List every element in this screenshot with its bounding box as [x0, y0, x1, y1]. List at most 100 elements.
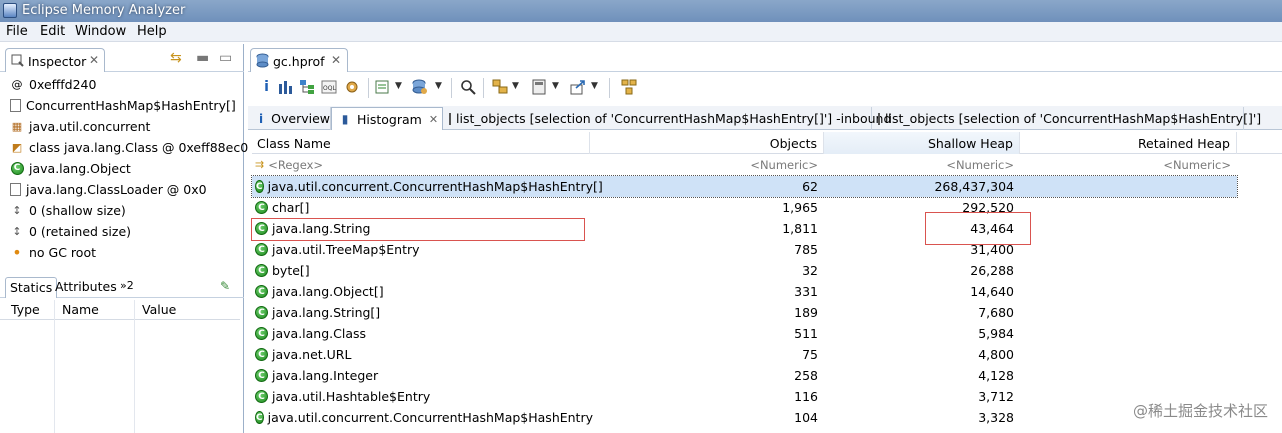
column-class-name[interactable]: Class Name: [252, 132, 590, 154]
document-icon: [10, 98, 21, 112]
table-row[interactable]: Cbyte[] 32 26,288: [252, 260, 1237, 281]
package-icon: ▦: [11, 119, 23, 133]
cell-shallow-heap: 7,680: [978, 305, 1014, 320]
table-row[interactable]: Cjava.lang.String[] 189 7,680: [252, 302, 1237, 323]
magnifier-icon: [11, 54, 24, 67]
heap-dump-overview-icon[interactable]: [412, 79, 429, 96]
table-row[interactable]: Cjava.util.Hashtable$Entry 116 3,712: [252, 386, 1237, 407]
histogram-icon[interactable]: [277, 79, 294, 96]
size-icon: ↕: [12, 224, 22, 238]
chevron-down-icon[interactable]: ▼: [512, 81, 519, 91]
column-shallow-heap[interactable]: Shallow Heap: [824, 132, 1020, 154]
chevron-down-icon[interactable]: ▼: [395, 81, 402, 91]
close-icon[interactable]: ✕: [89, 53, 99, 67]
inspector-panel: Inspector ✕ ⇆ ▬ ▭ @0xefffd240 Concurrent…: [0, 44, 248, 433]
cell-class-name: Cjava.util.concurrent.ConcurrentHashMap$…: [255, 179, 603, 194]
compare-icon[interactable]: [621, 79, 638, 96]
calculator-icon[interactable]: [531, 79, 548, 96]
table-row[interactable]: Cjava.net.URL 75 4,800: [252, 344, 1237, 365]
cell-class-name: Cchar[]: [255, 197, 589, 218]
maximize-icon[interactable]: ▭: [219, 50, 232, 66]
minimize-icon[interactable]: ▬: [196, 50, 209, 66]
editor-tab-gc-hprof[interactable]: gc.hprof ✕: [250, 48, 348, 72]
svg-text:OQL: OQL: [323, 85, 336, 92]
class-icon: C: [255, 306, 268, 319]
inspector-gc-root: • no GC root: [10, 242, 96, 262]
editor-toolbar: i OQL ▼ ▼ ▼ ▼ ▼: [248, 74, 1282, 102]
inspector-classloader: java.lang.ClassLoader @ 0x0: [10, 179, 207, 199]
regex-filter-input[interactable]: ⇉ <Regex>: [255, 154, 589, 175]
objects-filter-input[interactable]: <Numeric>: [590, 154, 818, 175]
search-icon[interactable]: [460, 79, 477, 96]
class-file-icon: ◩: [11, 140, 23, 154]
class-icon: C: [255, 327, 268, 340]
table-row[interactable]: Cjava.lang.Object[] 331 14,640: [252, 281, 1237, 302]
filter-icon: ⇉: [255, 158, 265, 171]
class-icon: C: [255, 411, 264, 424]
cell-shallow-heap: 26,288: [970, 263, 1014, 278]
chevron-down-icon[interactable]: ▼: [552, 81, 559, 91]
menu-edit[interactable]: Edit: [40, 24, 65, 39]
column-objects[interactable]: Objects: [590, 132, 824, 154]
class-icon: C: [255, 180, 264, 193]
dominator-tree-icon[interactable]: [299, 79, 316, 96]
class-icon: C: [255, 369, 268, 382]
chevron-down-icon[interactable]: ▼: [435, 81, 442, 91]
toolbar-separator: [368, 78, 369, 98]
link-icon[interactable]: ⇆: [170, 50, 182, 66]
class-icon: C: [10, 161, 24, 175]
close-icon[interactable]: ✕: [331, 53, 341, 67]
table-header: Class Name Objects Shallow Heap Retained…: [252, 132, 1282, 154]
pin-icon[interactable]: ✎: [220, 279, 230, 293]
filter-row: ⇉ <Regex> <Numeric> <Numeric> <Numeric>: [252, 154, 1237, 175]
table-row[interactable]: Cjava.util.concurrent.ConcurrentHashMap$…: [251, 175, 1238, 198]
table-row[interactable]: Cjava.util.TreeMap$Entry 785 31,400: [252, 239, 1237, 260]
size-icon: ↕: [12, 203, 22, 217]
chevron-down-icon[interactable]: ▼: [591, 81, 598, 91]
cell-shallow-heap: 3,328: [978, 410, 1014, 425]
column-type[interactable]: Type: [11, 302, 40, 317]
cell-objects: 785: [794, 242, 818, 257]
inspector-class-name: ConcurrentHashMap$HashEntry[]: [10, 95, 236, 115]
class-icon: C: [255, 285, 268, 298]
tab-overflow[interactable]: »2: [116, 277, 138, 298]
tab-list-objects-inbound[interactable]: list_objects [selection of 'ConcurrentHa…: [443, 107, 891, 130]
column-name[interactable]: Name: [62, 302, 99, 317]
close-icon[interactable]: ✕: [429, 113, 438, 126]
retained-filter-input[interactable]: <Numeric>: [1020, 154, 1231, 175]
cell-shallow-heap: 4,800: [978, 347, 1014, 362]
info-icon[interactable]: i: [258, 79, 275, 96]
tab-attributes[interactable]: Attributes: [51, 277, 121, 298]
class-icon: C: [255, 243, 268, 256]
cell-class-name: Cjava.util.Hashtable$Entry: [255, 386, 589, 407]
inspector-tab[interactable]: Inspector ✕: [5, 48, 105, 72]
title-bar: Eclipse Memory Analyzer: [0, 0, 1282, 22]
table-row[interactable]: Cjava.lang.Class 511 5,984: [252, 323, 1237, 344]
column-value[interactable]: Value: [142, 302, 176, 317]
tab-list-objects[interactable]: list_objects [selection of 'ConcurrentHa…: [872, 107, 1261, 130]
oql-icon[interactable]: OQL: [321, 79, 338, 96]
table-row[interactable]: Cjava.lang.Integer 258 4,128: [252, 365, 1237, 386]
table-row[interactable]: Cchar[] 1,965 292,520: [252, 197, 1237, 218]
column-retained-heap[interactable]: Retained Heap: [1020, 132, 1237, 154]
cell-class-name: Cbyte[]: [255, 260, 589, 281]
tab-histogram[interactable]: ▮ Histogram ✕: [331, 107, 443, 130]
table-row[interactable]: Cjava.util.concurrent.ConcurrentHashMap$…: [252, 407, 1237, 428]
gc-root-icon: •: [12, 242, 22, 262]
query-browser-icon[interactable]: [375, 79, 392, 96]
cell-retained-heap: [1020, 302, 1231, 323]
column-divider: [54, 300, 55, 433]
shallow-filter-input[interactable]: <Numeric>: [824, 154, 1014, 175]
tab-statics[interactable]: Statics: [5, 277, 58, 298]
cell-retained-heap: [1020, 197, 1231, 218]
group-by-icon[interactable]: [492, 79, 509, 96]
menu-window[interactable]: Window: [75, 24, 126, 39]
tab-overview[interactable]: i Overview: [250, 107, 331, 130]
settings-icon[interactable]: [344, 79, 361, 96]
column-divider: [134, 300, 135, 433]
editor-panel: gc.hprof ✕ i OQL ▼ ▼ ▼ ▼ ▼ i Overview ▮ Hi…: [248, 44, 1282, 433]
cell-retained-heap: [1020, 344, 1231, 365]
export-icon[interactable]: [570, 79, 587, 96]
menu-file[interactable]: File: [6, 24, 28, 39]
menu-help[interactable]: Help: [137, 24, 167, 39]
